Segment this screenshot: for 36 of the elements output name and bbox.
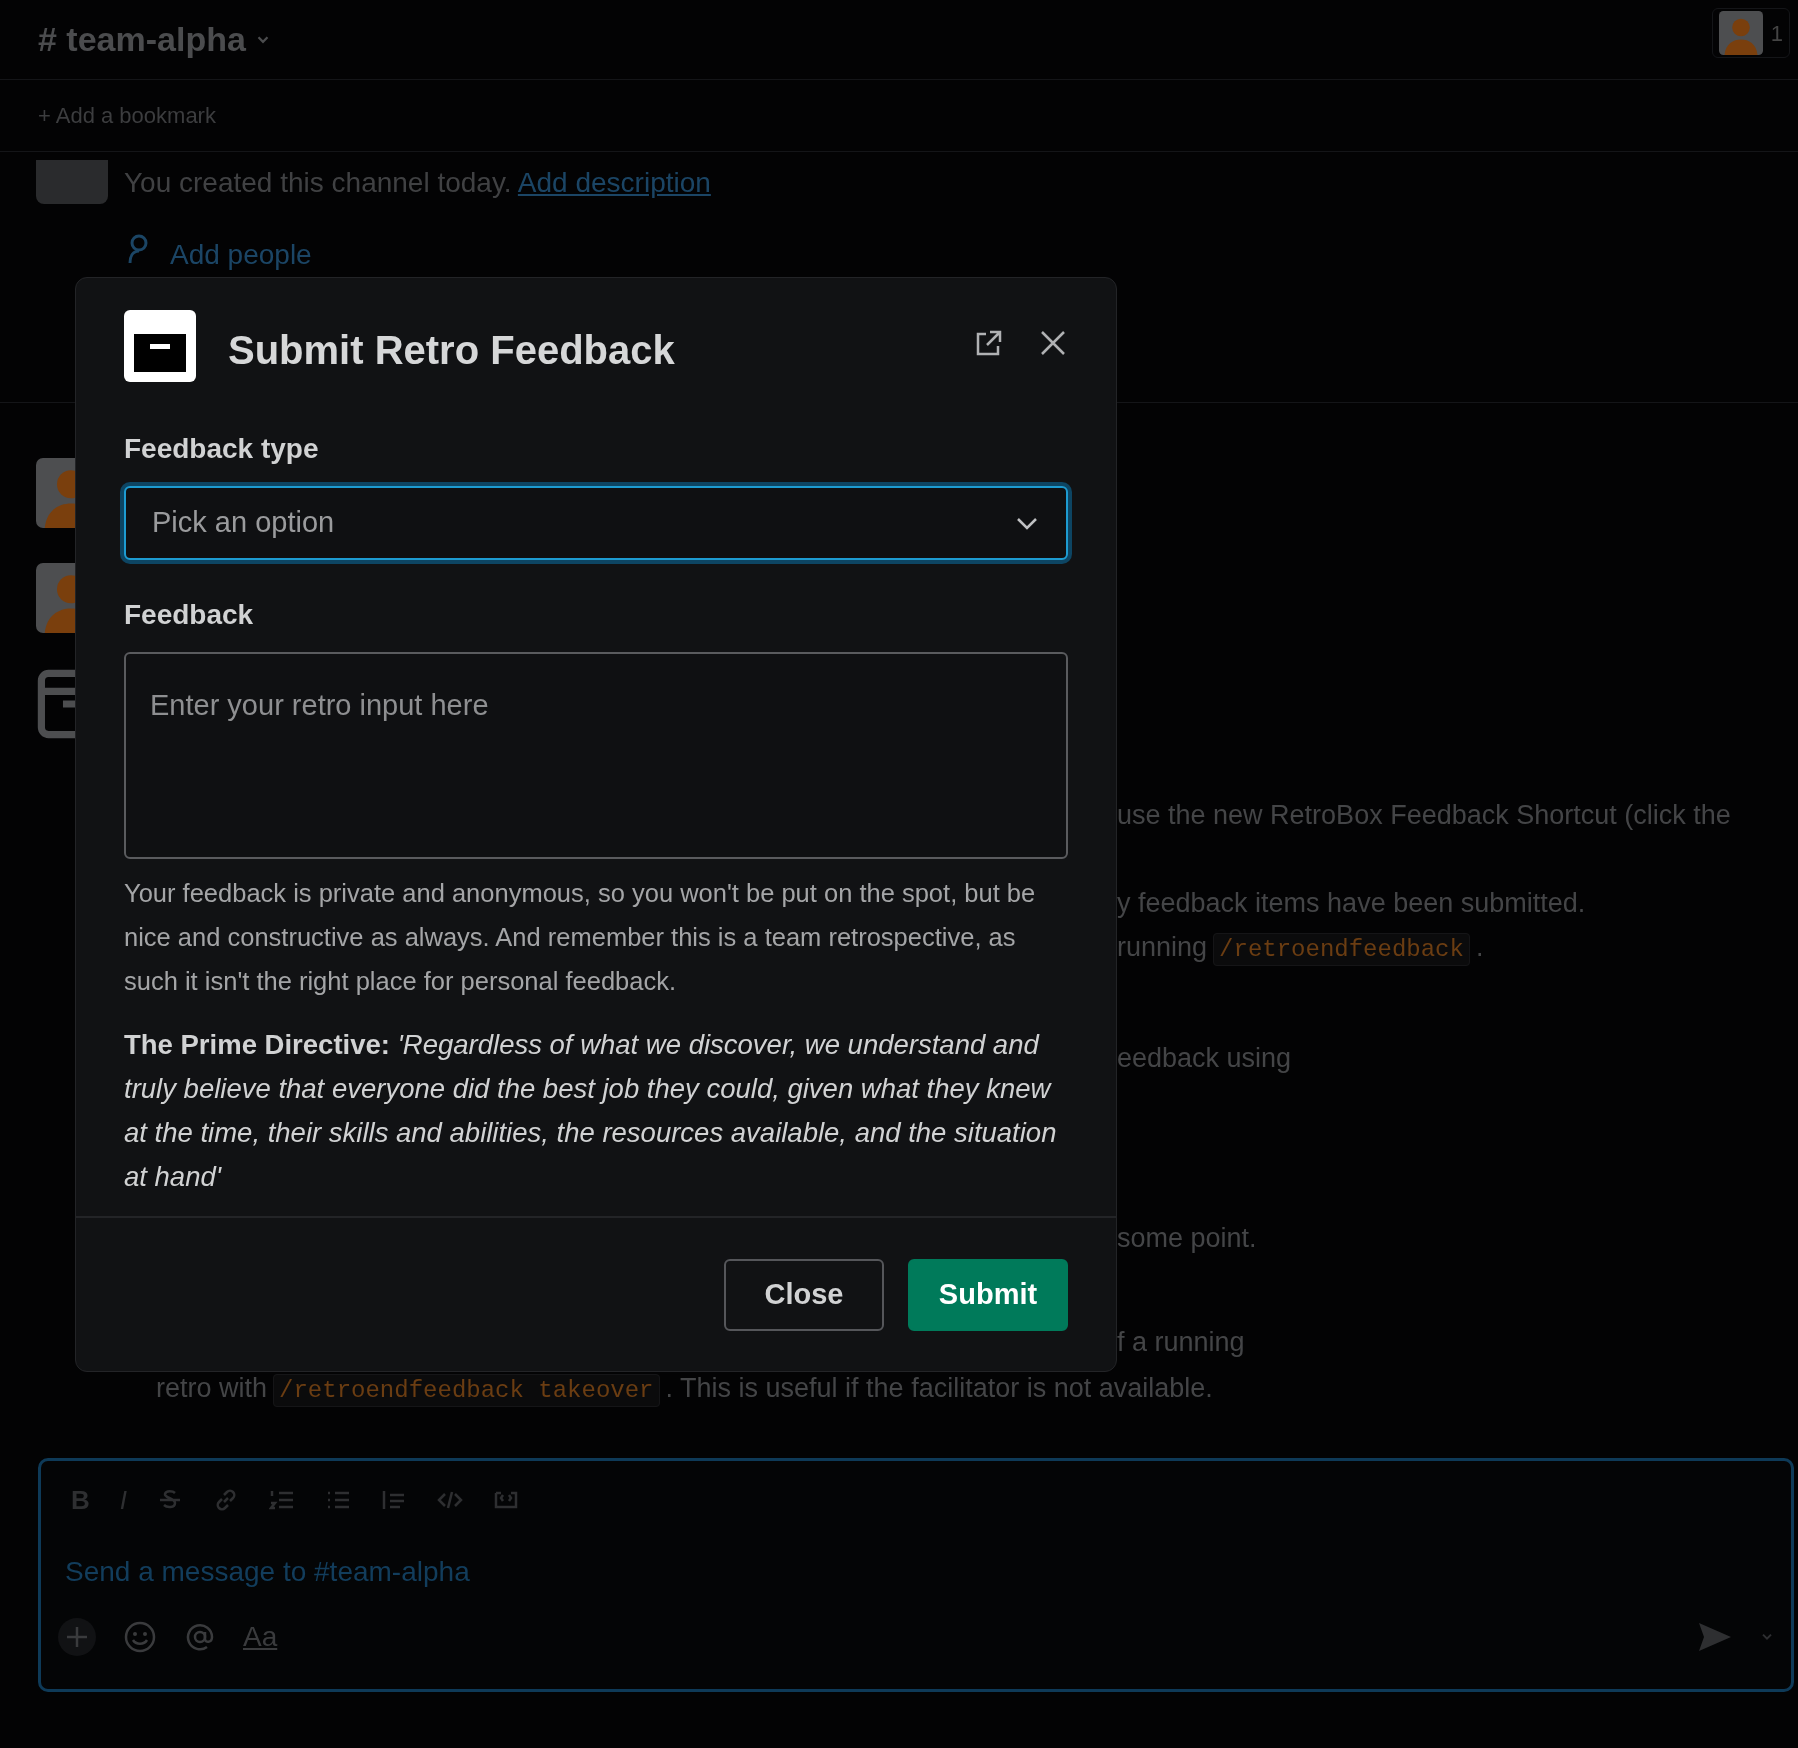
intro-text: You created this channel today. <box>124 167 513 198</box>
modal-title: Submit Retro Feedback <box>228 327 675 374</box>
text-area[interactable]: Enter your retro input here <box>124 652 1068 859</box>
archive-box-icon <box>124 310 196 382</box>
emoji-icon[interactable] <box>123 1620 157 1654</box>
message-placeholder[interactable]: Send a message to #team-alpha <box>41 1521 1791 1616</box>
channel-icon <box>36 160 108 204</box>
add-people-link[interactable]: Add people <box>170 234 312 276</box>
message-text: . <box>1475 932 1484 962</box>
member-count: 1 <box>1770 19 1783 48</box>
avatar-icon <box>1718 11 1763 55</box>
code-snippet: /retroendfeedback <box>1213 933 1470 966</box>
bookmark-button[interactable]: + Add a bookmark <box>0 80 1798 152</box>
channel-name[interactable]: # team-alpha <box>38 14 246 65</box>
send-icon[interactable] <box>1697 1621 1733 1653</box>
avatar-icon <box>36 563 75 633</box>
code-snippet: /retroendfeedback takeover <box>273 1374 660 1407</box>
prime-directive-text: The Prime Directive: 'Regardless of what we discover, we understand and truly believe that everyone did the best job they could, given what they knew at the time, their skills and abilities, the resources available, and the situation at hand' <box>124 1028 1058 1194</box>
message-text: retro with <box>156 1373 268 1403</box>
plus-icon[interactable] <box>57 1617 97 1657</box>
add-description-link[interactable]: Add description <box>517 167 711 198</box>
members-button[interactable]: 1 <box>1711 8 1790 58</box>
message-text: eedback using <box>1117 1043 1292 1073</box>
field-label: Feedback <box>124 598 255 632</box>
submit-button[interactable]: Submit <box>908 1258 1068 1331</box>
avatar-icon <box>36 458 75 528</box>
message-text: f a running <box>1117 1327 1245 1357</box>
archive-box-icon <box>36 668 75 740</box>
hint-text: Your feedback is private and anonymous, so you won't be put on the spot, but be nice and constructive as always. And remember this is a team retrospective, as such it isn't the right place for personal feedback. <box>124 878 1037 997</box>
message-text: running <box>1117 932 1208 962</box>
message-text: use the new RetroBox Feedback Shortcut (click the <box>1117 800 1731 830</box>
message-text: y feedback items have been submitted. <box>1117 888 1586 918</box>
message-text: . This is useful if the facilitator is not available. <box>665 1373 1213 1403</box>
message-text: some point. <box>1117 1223 1257 1253</box>
close-button[interactable]: Close <box>724 1258 884 1331</box>
field-label: Feedback type <box>124 432 320 466</box>
